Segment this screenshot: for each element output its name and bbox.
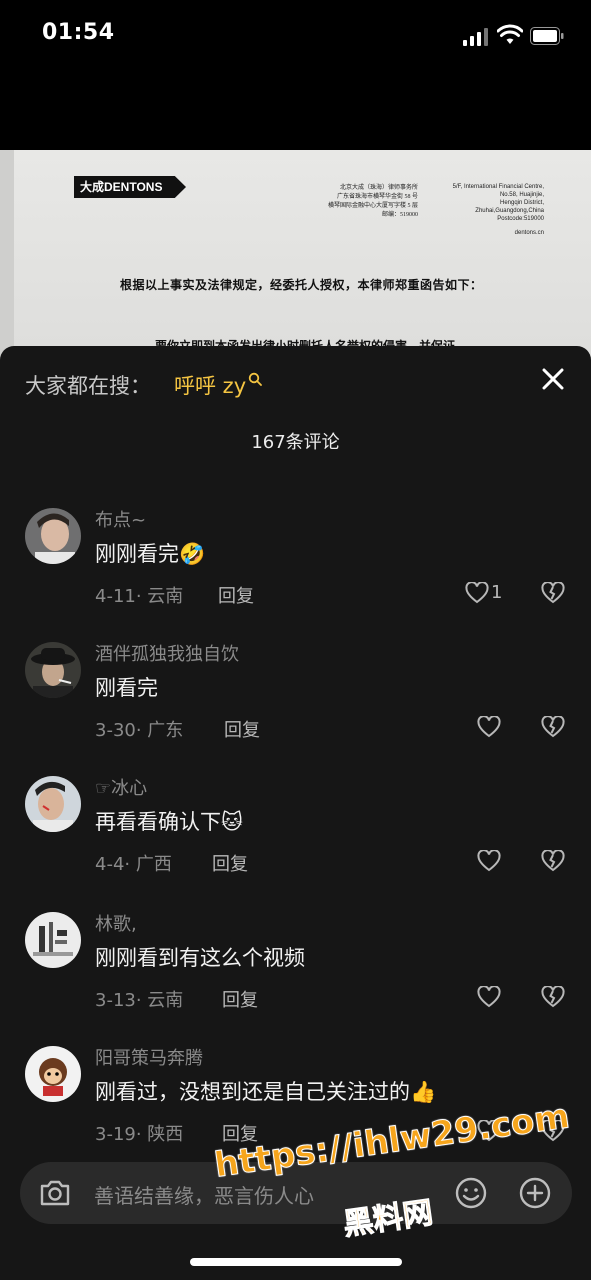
comment-username[interactable]: 阳哥策马奔腾 [95,1044,203,1070]
broken-heart-icon[interactable] [541,716,565,738]
comment-username[interactable]: 布点~ [95,506,146,532]
hot-search-query[interactable]: 呼呼 zy [174,370,263,400]
comment-text: 刚刚看完🤣 [95,542,206,566]
plus-icon[interactable] [518,1176,552,1210]
comment-count: 167条评论 [251,432,340,453]
heart-icon[interactable] [477,716,501,738]
comment-date-location: 3-19· 陕西 [95,1124,184,1145]
wifi-icon [497,24,523,44]
comment-date-location: 3-13· 云南 [95,990,184,1011]
comment-input-placeholder[interactable]: 善语结善缘，恶言伤人心 [94,1180,314,1209]
laughing-emoji-icon: 🤣 [179,542,206,566]
comment-text: 刚看完 [95,676,158,700]
status-bar: 01:54 [0,0,591,72]
comment-username[interactable]: 酒伴孤独我独自饮 [95,640,239,666]
search-icon [248,372,263,386]
home-indicator[interactable] [190,1258,402,1266]
comment-item: 布点~ 刚刚看完🤣 4-11· 云南 回复 1 [0,508,591,638]
document-address-cn: 北京大成（珠海）律师事务所 广东省珠海市横琴华金街 58 号 横琴国际金融中心大厦… [327,185,418,218]
avatar[interactable] [25,1046,81,1102]
broken-heart-icon[interactable] [541,850,565,872]
comment-date-location: 3-30· 广东 [95,720,184,741]
comment-username[interactable]: 林歌, [95,910,137,936]
comment-text: 刚看过，没想到还是自己关注过的👍 [95,1080,437,1104]
comment-item: 林歌, 刚刚看到有这么个视频 3-13· 云南 回复 [0,912,591,1042]
comment-username[interactable]: ☞冰心 [95,774,147,800]
emoji-icon[interactable] [454,1176,488,1210]
heart-icon[interactable] [465,582,489,604]
avatar[interactable] [25,642,81,698]
avatar[interactable] [25,912,81,968]
comment-date-location: 4-4· 广西 [95,854,172,875]
battery-icon [530,27,564,45]
like-count: 1 [491,582,503,603]
signal-icon [463,28,489,46]
cat-sticker-icon: 🐱 [221,810,243,834]
close-icon[interactable] [538,364,568,394]
dentons-logo: 大成DENTONS [74,176,186,198]
reply-button[interactable]: 回复 [218,582,254,608]
reply-button[interactable]: 回复 [222,986,258,1012]
comment-text: 刚刚看到有这么个视频 [95,946,305,970]
comment-text: 再看看确认下🐱 [95,810,243,834]
avatar[interactable] [25,508,81,564]
heart-icon[interactable] [477,986,501,1008]
thumbs-up-icon: 👍 [410,1080,437,1104]
comment-date-location: 4-11· 云南 [95,586,184,607]
reply-button[interactable]: 回复 [212,850,248,876]
reply-button[interactable]: 回复 [224,716,260,742]
broken-heart-icon[interactable] [541,986,565,1008]
document-text-line: 根据以上事实及法律规定，经委托人授权，本律师郑重函告如下： [120,278,483,292]
avatar[interactable] [25,776,81,832]
hot-search-label: 大家都在搜： [25,374,151,398]
camera-icon[interactable] [38,1177,72,1209]
status-time: 01:54 [42,20,115,45]
comment-item: 酒伴孤独我独自饮 刚看完 3-30· 广东 回复 [0,642,591,772]
heart-icon[interactable] [477,850,501,872]
comment-item: ☞冰心 再看看确认下🐱 4-4· 广西 回复 [0,776,591,906]
document-address-en: 5/F, International Financial Centre, No.5… [452,184,544,236]
broken-heart-icon[interactable] [541,582,565,604]
